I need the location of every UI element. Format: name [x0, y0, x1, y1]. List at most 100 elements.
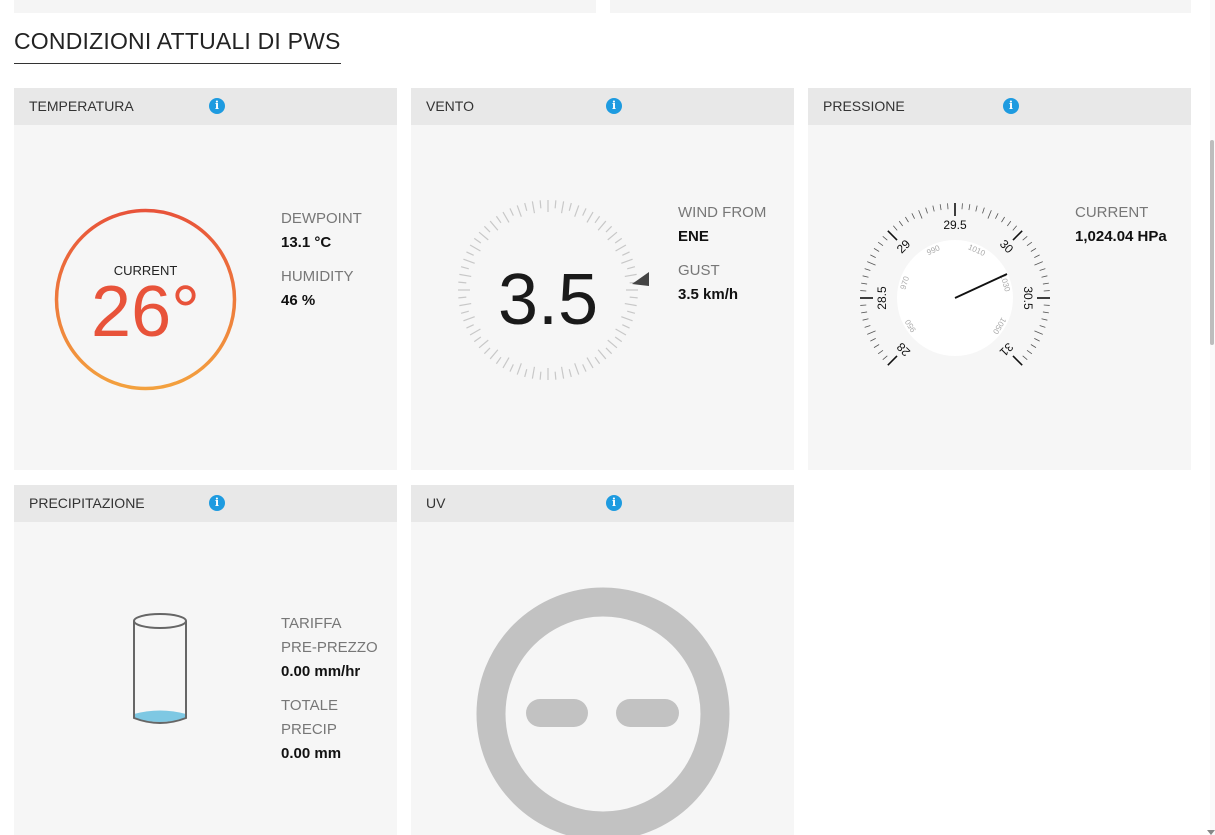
info-icon[interactable]: i	[606, 495, 622, 511]
scrollbar-thumb[interactable]	[1210, 140, 1214, 345]
info-icon[interactable]: i	[1003, 98, 1019, 114]
humidity-label: HUMIDITY	[281, 268, 354, 285]
total-label-line2: PRECIP	[281, 721, 337, 738]
barometer-tick	[1012, 355, 1023, 366]
barometer-tick	[1034, 261, 1043, 266]
compass-tick	[607, 231, 618, 241]
compass-tick	[622, 324, 630, 329]
uv-card: UV i	[411, 485, 794, 835]
barometer-tick	[892, 225, 898, 231]
barometer-tick	[887, 230, 898, 241]
barometer-outer-label: 29.5	[943, 218, 967, 232]
scrollbar-track[interactable]	[1210, 0, 1215, 835]
barometer-tick	[1039, 268, 1046, 271]
barometer-tick	[861, 311, 868, 314]
compass-tick	[524, 369, 528, 378]
barometer-tick	[987, 210, 992, 219]
compass-tick	[539, 200, 542, 209]
compass-tick	[531, 366, 536, 379]
card-title: PRESSIONE	[823, 98, 905, 114]
gust-value: 3.5 km/h	[678, 286, 739, 303]
barometer-tick	[1012, 230, 1023, 241]
barometer-tick	[887, 355, 898, 366]
compass-tick	[509, 208, 514, 216]
barometer-tick	[870, 254, 876, 258]
card-header: TEMPERATURA i	[14, 88, 397, 125]
compass-tick	[624, 273, 637, 278]
barometer-tick	[1022, 235, 1028, 241]
compass-tick	[489, 349, 499, 360]
compass-tick	[502, 211, 510, 223]
barometer-tick	[870, 338, 876, 342]
barometer-tick	[982, 207, 985, 214]
temperature-card: TEMPERATURA i CURRENT 26° DEWPOINT 13.1 …	[14, 88, 397, 470]
rate-value: 0.00 mm/hr	[281, 663, 361, 680]
gust-label: GUST	[678, 262, 720, 279]
barometer-tick	[1041, 275, 1048, 278]
top-panel-left	[14, 0, 596, 13]
barometer-tick	[873, 248, 880, 252]
pressure-current-label: CURRENT	[1075, 204, 1149, 221]
compass-tick	[614, 237, 623, 244]
card-header: VENTO i	[411, 88, 794, 125]
pressure-card: PRESSIONE i 28 28.5 29 29.5 30 30.5 31 950 970 99…	[808, 88, 1191, 470]
compass-tick	[473, 336, 482, 343]
compass-tick	[516, 205, 522, 217]
compass-tick	[460, 266, 469, 270]
card-title: VENTO	[426, 98, 474, 114]
compass-tick	[586, 357, 594, 369]
barometer-gauge: 2828.52929.53030.531950970990 10101030105…	[860, 203, 1050, 366]
wind-from-value: ENE	[678, 228, 709, 245]
barometer-tick	[918, 210, 923, 219]
wind-speed: 3.5	[498, 260, 598, 340]
barometer-tick	[882, 355, 888, 361]
barometer-tick	[975, 205, 978, 212]
compass-tick	[554, 371, 557, 380]
uv-dash-right	[616, 699, 679, 727]
barometer-tick	[1034, 254, 1040, 258]
compass-tick	[594, 356, 601, 365]
compass-tick	[594, 215, 601, 224]
current-temperature: 26°	[91, 272, 200, 352]
info-icon[interactable]: i	[209, 495, 225, 511]
triangle-pointer-icon	[632, 272, 649, 286]
compass-tick	[483, 347, 491, 355]
compass-tick	[469, 244, 481, 252]
info-icon[interactable]: i	[209, 98, 225, 114]
scroll-down-arrow-icon[interactable]	[1207, 830, 1215, 835]
compass-tick	[560, 366, 565, 379]
top-panel-right	[610, 0, 1191, 13]
compass-tick	[495, 356, 502, 365]
compass-tick	[459, 302, 472, 307]
uv-ring	[476, 587, 730, 835]
barometer-tick	[864, 268, 871, 271]
compass-tick	[560, 201, 565, 214]
precipitation-stats: TARIFFA PRE-PREZZO 0.00 mm/hr TOTALE PRE…	[281, 612, 378, 776]
compass-tick	[458, 281, 467, 284]
compass-tick	[463, 316, 475, 322]
uv-dash-left	[526, 699, 588, 727]
barometer-tick	[877, 241, 884, 247]
wind-card: VENTO i 3.5 WIND FROM ENE GUST 3.5 km/h	[411, 88, 794, 470]
compass-tick	[568, 369, 572, 378]
compass-tick	[607, 339, 618, 349]
barometer-tick	[877, 349, 884, 355]
compass-tick	[621, 316, 633, 322]
compass-tick	[582, 364, 587, 372]
barometer-tick	[1012, 225, 1018, 231]
barometer-tick	[939, 204, 942, 211]
card-header: PRESSIONE i	[808, 88, 1191, 125]
barometer-tick	[911, 213, 915, 219]
compass-tick	[495, 215, 502, 224]
cylinder-gauge-icon	[133, 613, 187, 724]
barometer-tick	[925, 207, 928, 214]
barometer-tick	[1030, 344, 1037, 348]
compass-tick	[574, 205, 580, 217]
barometer-tick	[898, 220, 904, 227]
compass-tick	[574, 363, 580, 375]
compass-tick	[469, 328, 481, 336]
humidity-value: 46 %	[281, 292, 316, 309]
compass-tick	[466, 251, 474, 256]
info-icon[interactable]: i	[606, 98, 622, 114]
barometer-tick	[932, 205, 935, 212]
